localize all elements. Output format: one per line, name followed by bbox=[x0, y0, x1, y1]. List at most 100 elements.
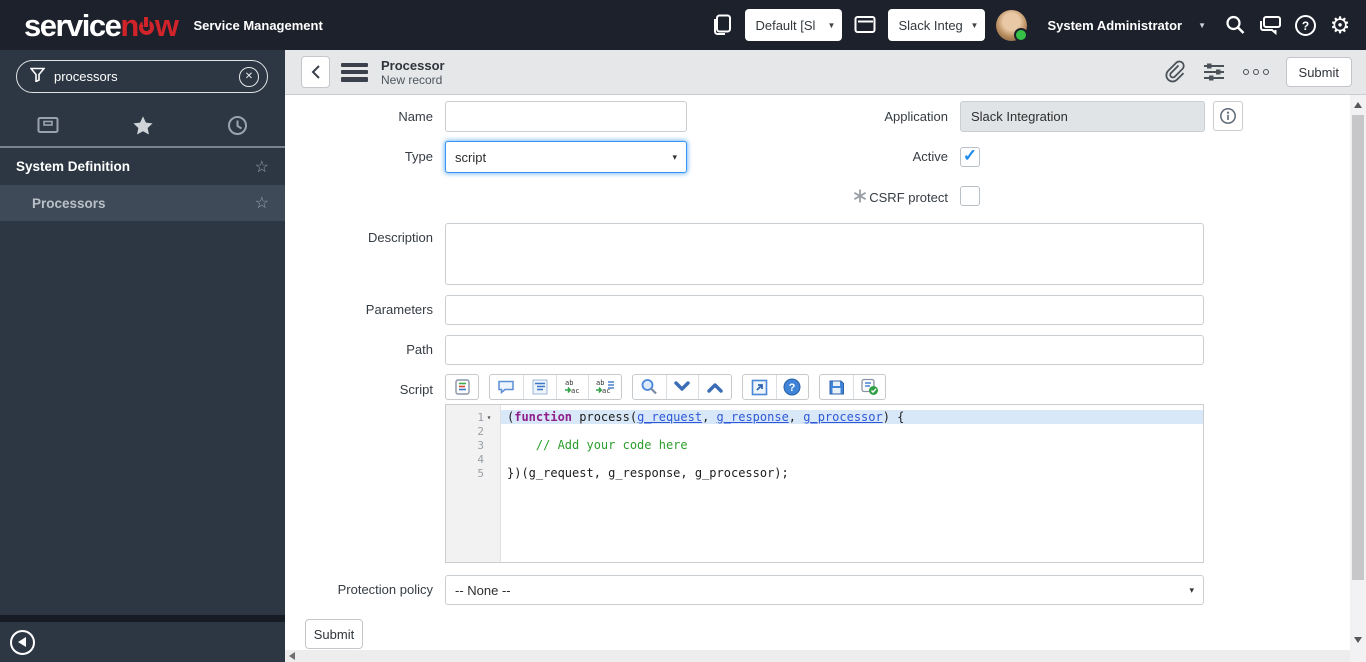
script-toolbar-group-5 bbox=[819, 374, 886, 400]
sidebar-footer-divider bbox=[0, 615, 285, 622]
csrf-protect-checkbox[interactable]: ✓ bbox=[960, 186, 980, 206]
script-syntax-icon[interactable] bbox=[446, 375, 478, 399]
format-code-icon[interactable] bbox=[522, 375, 556, 399]
personalize-form-icon[interactable] bbox=[1202, 61, 1226, 83]
sidebar-footer bbox=[0, 622, 285, 662]
logo-w-text: w bbox=[154, 7, 179, 43]
application-picker-value: Slack Integ bbox=[898, 17, 963, 33]
protection-policy-value: -- None -- bbox=[455, 582, 511, 598]
application-label: Application bbox=[884, 109, 948, 124]
script-toolbar-group-4: ? bbox=[742, 374, 809, 400]
navigator-tabs bbox=[0, 105, 285, 145]
active-label: Active bbox=[912, 149, 948, 164]
vertical-scrollbar-thumb[interactable] bbox=[1352, 115, 1364, 580]
active-checkbox[interactable]: ✓ bbox=[960, 146, 980, 167]
chevron-down-icon: ▼ bbox=[970, 20, 979, 30]
search-code-icon[interactable] bbox=[633, 375, 666, 399]
help-icon[interactable]: ? bbox=[1293, 13, 1317, 37]
attachment-paperclip-icon[interactable] bbox=[1163, 60, 1185, 84]
editor-help-icon[interactable]: ? bbox=[775, 375, 809, 399]
clear-search-icon[interactable]: ✕ bbox=[239, 66, 259, 87]
nav-section-system-definition[interactable]: System Definition ☆ bbox=[0, 148, 285, 185]
main-content: Processor New record Submit Name Applica… bbox=[285, 50, 1366, 662]
scroll-down-icon[interactable] bbox=[1354, 637, 1362, 643]
find-previous-icon[interactable] bbox=[698, 375, 731, 399]
all-applications-icon[interactable] bbox=[0, 115, 95, 135]
pages-icon[interactable] bbox=[710, 13, 734, 37]
reference-info-icon[interactable] bbox=[1213, 101, 1243, 131]
script-editor[interactable]: 1 ▾ 2 3 4 5 (function process(g_request, g_re… bbox=[445, 404, 1204, 563]
more-options-icon[interactable] bbox=[1242, 69, 1269, 75]
vertical-scrollbar[interactable] bbox=[1350, 95, 1366, 650]
comment-icon[interactable] bbox=[490, 375, 523, 399]
application-field: Slack Integration bbox=[960, 101, 1205, 132]
navigator-search[interactable]: ✕ bbox=[16, 60, 268, 93]
name-input[interactable] bbox=[445, 101, 687, 132]
csrf-protect-label: CSRF protect bbox=[869, 190, 948, 205]
window-icon[interactable] bbox=[853, 13, 877, 37]
application-value: Slack Integration bbox=[971, 109, 1068, 124]
protection-policy-select[interactable]: -- None -- ▾ bbox=[445, 575, 1204, 605]
open-new-window-icon[interactable] bbox=[743, 375, 776, 399]
scroll-left-icon[interactable] bbox=[289, 652, 295, 660]
favorite-star-icon[interactable]: ☆ bbox=[255, 193, 269, 213]
find-next-icon[interactable] bbox=[665, 375, 699, 399]
svg-text:?: ? bbox=[789, 382, 796, 394]
gear-icon[interactable]: ⚙ bbox=[1328, 13, 1352, 37]
servicenow-app: service n w Service Management Default [Sl… bbox=[0, 0, 1366, 662]
parameters-input[interactable] bbox=[445, 295, 1204, 325]
favorite-star-icon[interactable]: ☆ bbox=[255, 157, 269, 177]
logo-service-text: service bbox=[24, 7, 122, 43]
funnel-icon bbox=[29, 67, 46, 87]
update-set-picker[interactable]: Default [Sl ▼ bbox=[745, 9, 843, 41]
script-toolbar-group-3 bbox=[632, 374, 732, 400]
replace-all-icon[interactable]: ab ac bbox=[588, 375, 621, 399]
replace-icon[interactable]: ab ac bbox=[555, 375, 589, 399]
description-textarea[interactable] bbox=[445, 223, 1204, 285]
form-context-menu-icon[interactable] bbox=[341, 62, 368, 82]
form-title: Processor bbox=[381, 57, 445, 73]
application-picker[interactable]: Slack Integ ▼ bbox=[888, 9, 986, 41]
chat-icon[interactable] bbox=[1258, 13, 1282, 37]
user-avatar[interactable] bbox=[996, 9, 1029, 42]
horizontal-scrollbar[interactable] bbox=[285, 650, 1350, 662]
chevron-down-icon: ▾ bbox=[1189, 584, 1194, 595]
favorites-star-icon[interactable] bbox=[95, 115, 190, 136]
script-toolbar-group-1 bbox=[445, 374, 479, 400]
syntax-check-icon[interactable] bbox=[852, 375, 886, 399]
update-set-value: Default [Sl bbox=[755, 17, 816, 33]
path-label: Path bbox=[406, 342, 433, 357]
history-clock-icon[interactable] bbox=[190, 115, 285, 136]
search-icon[interactable] bbox=[1223, 13, 1247, 37]
collapse-sidebar-icon[interactable] bbox=[10, 629, 35, 655]
parameters-label: Parameters bbox=[365, 302, 433, 317]
save-icon[interactable] bbox=[820, 375, 853, 399]
code-gutter: 1 ▾ 2 3 4 5 bbox=[446, 405, 501, 562]
back-button[interactable] bbox=[301, 56, 330, 88]
power-button-icon bbox=[138, 19, 154, 35]
scrollbar-corner bbox=[1350, 650, 1366, 662]
name-label: Name bbox=[398, 109, 433, 124]
chevron-down-icon: ▼ bbox=[827, 20, 836, 30]
nav-item-label: Processors bbox=[32, 195, 106, 211]
svg-text:ac: ac bbox=[571, 387, 579, 395]
top-banner: service n w Service Management Default [Sl… bbox=[0, 0, 1366, 50]
navigator-search-input[interactable] bbox=[54, 69, 239, 84]
script-toolbar-group-2: ab ac ab ac bbox=[489, 374, 622, 400]
type-label: Type bbox=[404, 149, 433, 164]
submit-button-header[interactable]: Submit bbox=[1285, 57, 1352, 87]
path-input[interactable] bbox=[445, 335, 1204, 365]
user-menu[interactable]: System Administrator bbox=[1047, 18, 1182, 33]
submit-button-bottom[interactable]: Submit bbox=[305, 619, 363, 649]
scroll-up-icon[interactable] bbox=[1354, 102, 1362, 108]
type-select[interactable]: script ▾ bbox=[445, 141, 687, 173]
svg-text:ab: ab bbox=[596, 379, 604, 387]
form-subtitle: New record bbox=[381, 72, 443, 87]
nav-item-processors[interactable]: Processors ☆ bbox=[0, 185, 285, 221]
product-name: Service Management bbox=[193, 17, 323, 33]
svg-text:?: ? bbox=[1301, 19, 1308, 33]
nav-section-label: System Definition bbox=[16, 159, 131, 174]
script-label: Script bbox=[399, 382, 433, 397]
code-lines[interactable]: (function process(g_request, g_response,… bbox=[501, 405, 1203, 562]
chevron-down-icon: ▼ bbox=[1198, 20, 1206, 30]
